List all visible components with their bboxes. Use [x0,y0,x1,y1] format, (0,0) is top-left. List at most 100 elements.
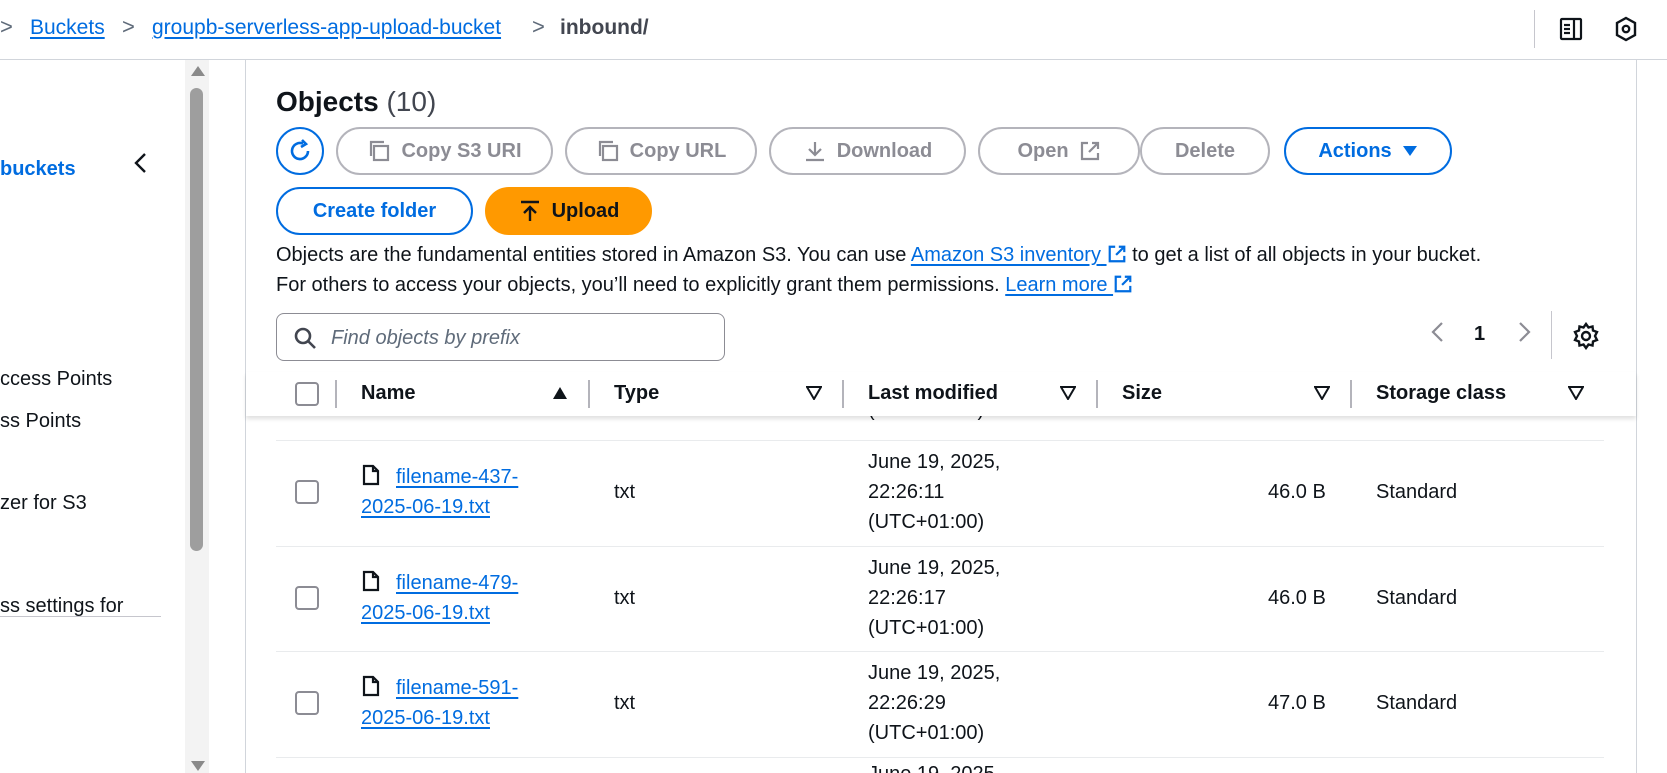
delete-button[interactable]: Delete [1140,127,1270,175]
upload-button[interactable]: Upload [485,187,652,235]
objects-description-line1: Objects are the fundamental entities sto… [276,244,1482,266]
learn-more-link[interactable]: Learn more [1005,274,1133,296]
object-name-link[interactable]: 2025-06-19.txt [361,496,490,518]
chevron-left-icon [1431,322,1443,342]
file-icon [362,570,380,592]
scroll-up-arrow-icon[interactable] [191,66,205,76]
column-header-last-modified[interactable]: Last modified [868,382,998,405]
object-name-link[interactable]: filename-437- [396,466,518,488]
sort-icon[interactable] [1314,386,1330,400]
create-folder-button[interactable]: Create folder [276,187,473,235]
object-modified: June 19, 2025, [868,451,1001,473]
sidebar-scrollbar[interactable] [185,60,209,773]
breadcrumb-separator-icon: > [122,14,135,39]
sort-icon[interactable] [806,386,822,400]
sort-ascending-icon[interactable] [552,386,568,400]
object-type: txt [614,692,636,714]
object-name-link[interactable]: 2025-06-19.txt [361,707,490,729]
object-modified: 22:26:11 [868,481,945,503]
download-button[interactable]: Download [769,127,966,175]
collapse-nav-button[interactable] [126,148,156,178]
chevron-right-icon [1519,322,1531,342]
refresh-button[interactable] [276,127,324,175]
next-page-button[interactable] [1516,320,1532,350]
search-input[interactable] [329,323,709,353]
breadcrumb-separator-icon: > [0,14,13,39]
object-modified: 22:26:17 [868,587,946,609]
object-name-link[interactable]: filename-479- [396,572,518,594]
object-name-link[interactable]: filename-591- [396,677,518,699]
copy-icon [370,140,390,162]
column-separator [335,380,337,408]
external-link-icon [1114,275,1132,293]
table-row-partial: June 19, 2025, [0,760,1667,773]
column-separator [1096,380,1098,408]
object-size: 46.0 B [1268,481,1326,503]
row-checkbox[interactable] [295,691,319,715]
page-number[interactable]: 1 [1474,323,1485,346]
column-separator [588,380,590,408]
table-settings-button[interactable] [1572,321,1600,356]
object-modified: June 19, 2025, [868,662,1001,684]
column-header-storage-class[interactable]: Storage class [1376,382,1506,405]
row-checkbox[interactable] [295,586,319,610]
topbar-divider [1534,10,1535,48]
refresh-icon [290,139,310,161]
row-divider [276,651,1604,652]
row-checkbox[interactable] [295,480,319,504]
object-modified: June 19, 2025, [868,557,1001,579]
search-icon [294,327,316,349]
object-storage-class: Standard [1376,587,1458,609]
sidebar-item-object-lambda-access-points[interactable]: ss Points [0,410,81,433]
feedback-hexagon-icon[interactable] [1611,14,1641,44]
side-panel-icon[interactable] [1556,14,1586,44]
actions-dropdown-button[interactable]: Actions [1284,127,1452,175]
external-link-icon [1108,245,1125,263]
object-storage-class: Standard [1376,692,1458,714]
select-all-checkbox[interactable] [295,382,319,406]
pager-divider [1551,311,1552,359]
sidebar-item-block-public-access-settings[interactable]: ss settings for [0,595,123,618]
file-icon [362,675,380,697]
object-size: 47.0 B [1268,692,1326,714]
external-link-icon [1080,141,1099,161]
object-type: txt [614,587,636,609]
top-bar: > Buckets > groupb-serverless-app-upload… [0,0,1667,60]
scrollbar-thumb[interactable] [190,88,203,551]
sort-icon[interactable] [1060,386,1076,400]
copy-s3-uri-button[interactable]: Copy S3 URI [336,127,553,175]
breadcrumb-bucket-name[interactable]: groupb-serverless-app-upload-bucket [152,16,501,40]
column-header-name[interactable]: Name [361,382,415,405]
copy-url-button[interactable]: Copy URL [565,127,757,175]
upload-icon [520,200,539,221]
sidebar-item-iam-access-analyzer[interactable]: zer for S3 [0,492,87,515]
gear-icon [1573,321,1599,351]
row-divider [276,546,1604,547]
page-title: Objects (10) [276,86,436,118]
object-modified: (UTC+01:00) [868,722,985,744]
object-name-link[interactable]: 2025-06-19.txt [361,602,490,624]
previous-page-button[interactable] [1430,320,1446,350]
object-storage-class: Standard [1376,481,1458,503]
side-navigation: buckets ccess Points ss Points zer for S… [0,60,185,773]
open-button[interactable]: Open [978,127,1140,175]
caret-down-icon [1402,146,1417,156]
s3-inventory-link[interactable]: Amazon S3 inventory [911,244,1127,266]
download-icon [805,142,824,162]
row-divider [276,757,1604,758]
file-icon [362,464,380,486]
sort-icon[interactable] [1568,386,1584,400]
breadcrumb-buckets[interactable]: Buckets [30,16,105,40]
panel-border [1636,60,1637,773]
breadcrumb-separator-icon: > [532,14,545,39]
column-header-size[interactable]: Size [1122,382,1162,405]
object-modified: 22:26:29 [868,692,946,714]
column-separator [842,380,844,408]
search-box[interactable] [276,313,725,361]
object-modified: (UTC+01:00) [868,511,985,533]
sidebar-item-access-points[interactable]: ccess Points [0,368,112,391]
object-size: 46.0 B [1268,587,1326,609]
breadcrumb-current: inbound/ [560,16,649,39]
column-header-type[interactable]: Type [614,382,659,405]
sidebar-item-buckets[interactable]: buckets [0,158,76,181]
